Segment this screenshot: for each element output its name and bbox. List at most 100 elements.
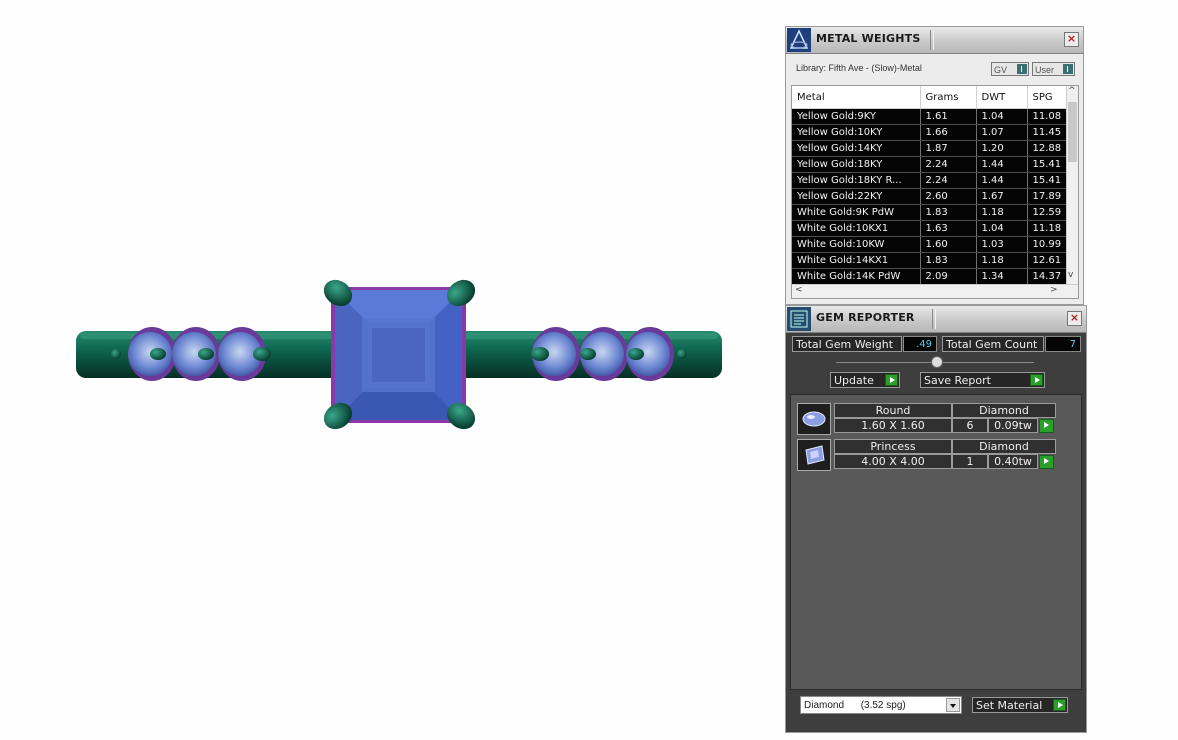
ring-model[interactable]	[0, 0, 780, 740]
table-cell: 1.04	[976, 108, 1028, 125]
gem-row-princess[interactable]: Princess Diamond 4.00 X 4.00 1 0.40tw	[797, 439, 1057, 473]
table-row[interactable]: White Gold:10KW 1.60 1.03 10.99	[792, 236, 1069, 253]
title-divider	[932, 309, 936, 329]
table-cell: 11.18	[1027, 220, 1069, 237]
metal-weights-title: METAL WEIGHTS	[816, 32, 921, 45]
table-cell: 2.09	[920, 268, 977, 285]
table-row[interactable]: White Gold:14K PdW 2.09 1.34 14.37	[792, 268, 1069, 285]
table-cell: White Gold:10KX1	[792, 220, 921, 237]
scroll-left-icon[interactable]: <	[795, 285, 803, 295]
gem-row-round[interactable]: Round Diamond 1.60 X 1.60 6 0.09tw	[797, 403, 1057, 437]
gv-toggle-knob-icon	[1017, 64, 1027, 74]
table-cell: White Gold:9K PdW	[792, 204, 921, 221]
gv-toggle[interactable]: GV	[991, 62, 1029, 76]
dropdown-arrow-icon[interactable]	[946, 698, 960, 712]
table-row[interactable]: Yellow Gold:9KY 1.61 1.04 11.08	[792, 108, 1069, 125]
table-vertical-scrollbar[interactable]: ^ v	[1066, 86, 1078, 284]
metal-weights-table-container: Metal Grams DWT SPG Yellow Gold:9KY 1.61 1.04…	[791, 85, 1079, 299]
table-cell: 11.45	[1027, 124, 1069, 141]
gem-shape: Princess	[834, 439, 952, 454]
table-cell: 11.08	[1027, 108, 1069, 125]
round-gem-thumbnail-icon	[797, 403, 831, 435]
table-row[interactable]: Yellow Gold:22KY 2.60 1.67 17.89	[792, 188, 1069, 205]
table-cell: 14.37	[1027, 268, 1069, 285]
gem-list: Round Diamond 1.60 X 1.60 6 0.09tw Princ…	[790, 394, 1082, 690]
column-header[interactable]: Metal	[792, 86, 921, 109]
gem-reporter-title: GEM REPORTER	[816, 311, 915, 324]
scroll-up-icon[interactable]: ^	[1068, 86, 1076, 96]
table-cell: Yellow Gold:18KY	[792, 156, 921, 173]
table-horizontal-scrollbar[interactable]: < >	[792, 284, 1078, 298]
save-report-button-label: Save Report	[924, 374, 991, 387]
gem-count: 1	[952, 454, 988, 469]
table-cell: 1.20	[976, 140, 1028, 157]
metal-weights-icon	[787, 28, 811, 52]
table-cell: 1.63	[920, 220, 977, 237]
gem-row-go-icon[interactable]	[1039, 419, 1054, 433]
gem-reporter-close-icon[interactable]: ×	[1067, 311, 1082, 326]
table-cell: Yellow Gold:22KY	[792, 188, 921, 205]
table-cell: 1.66	[920, 124, 977, 141]
scrollbar-thumb[interactable]	[1068, 102, 1077, 162]
user-toggle-knob-icon	[1063, 64, 1073, 74]
table-cell: 1.44	[976, 156, 1028, 173]
gem-count: 6	[952, 418, 988, 433]
update-button[interactable]: Update	[830, 372, 900, 388]
table-cell: 1.44	[976, 172, 1028, 189]
table-cell: 17.89	[1027, 188, 1069, 205]
metal-weights-titlebar[interactable]: METAL WEIGHTS ×	[786, 27, 1083, 54]
gem-size: 4.00 X 4.00	[834, 454, 952, 469]
table-row[interactable]: Yellow Gold:10KY 1.66 1.07 11.45	[792, 124, 1069, 141]
gem-reporter-icon	[787, 307, 811, 331]
table-row[interactable]: White Gold:10KX1 1.63 1.04 11.18	[792, 220, 1069, 237]
gem-material: Diamond	[952, 439, 1056, 454]
column-header[interactable]: DWT	[976, 86, 1028, 109]
library-label: Library: Fifth Ave - (Slow)-Metal	[796, 63, 922, 73]
gem-row-go-icon[interactable]	[1039, 455, 1054, 469]
gem-weight: 0.40tw	[988, 454, 1038, 469]
column-header[interactable]: SPG	[1027, 86, 1069, 109]
update-go-icon	[885, 374, 898, 386]
table-cell: 12.88	[1027, 140, 1069, 157]
material-select[interactable]: Diamond (3.52 spg)	[800, 696, 962, 714]
table-cell: 1.83	[920, 252, 977, 269]
table-cell: 1.18	[976, 204, 1028, 221]
table-row[interactable]: Yellow Gold:18KY R... 2.24 1.44 15.41	[792, 172, 1069, 189]
metal-weights-table: Metal Grams DWT SPG Yellow Gold:9KY 1.61 1.04…	[792, 86, 1069, 285]
table-row[interactable]: White Gold:14KX1 1.83 1.18 12.61	[792, 252, 1069, 269]
splitter-handle[interactable]	[931, 356, 943, 368]
table-cell: 12.61	[1027, 252, 1069, 269]
table-cell: 12.59	[1027, 204, 1069, 221]
scroll-right-icon[interactable]: >	[1050, 285, 1058, 295]
table-row[interactable]: Yellow Gold:14KY 1.87 1.20 12.88	[792, 140, 1069, 157]
model-viewport[interactable]	[0, 0, 780, 740]
table-cell: 2.24	[920, 156, 977, 173]
gem-material: Diamond	[952, 403, 1056, 418]
gem-reporter-titlebar[interactable]: GEM REPORTER ×	[786, 306, 1086, 333]
metal-weights-close-icon[interactable]: ×	[1064, 32, 1079, 47]
table-cell: 1.83	[920, 204, 977, 221]
set-material-button-label: Set Material	[976, 699, 1043, 712]
column-header[interactable]: Grams	[920, 86, 977, 109]
scroll-down-icon[interactable]: v	[1068, 270, 1073, 280]
gv-toggle-label: GV	[994, 65, 1008, 75]
save-report-go-icon	[1030, 374, 1043, 386]
table-cell: 1.34	[976, 268, 1028, 285]
table-cell: 1.18	[976, 252, 1028, 269]
table-cell: 15.41	[1027, 172, 1069, 189]
total-gem-weight-value: .49	[903, 336, 937, 352]
table-cell: 1.67	[976, 188, 1028, 205]
save-report-button[interactable]: Save Report	[920, 372, 1045, 388]
update-button-label: Update	[834, 374, 874, 387]
table-cell: 1.61	[920, 108, 977, 125]
table-cell: White Gold:14K PdW	[792, 268, 921, 285]
user-toggle-label: User	[1035, 65, 1055, 75]
table-row[interactable]: White Gold:9K PdW 1.83 1.18 12.59	[792, 204, 1069, 221]
total-gem-weight-label: Total Gem Weight	[792, 336, 902, 352]
table-cell: White Gold:10KW	[792, 236, 921, 253]
user-toggle[interactable]: User	[1032, 62, 1075, 76]
table-cell: Yellow Gold:14KY	[792, 140, 921, 157]
set-material-button[interactable]: Set Material	[972, 697, 1068, 713]
material-select-value: Diamond (3.52 spg)	[804, 700, 906, 711]
table-row[interactable]: Yellow Gold:18KY 2.24 1.44 15.41	[792, 156, 1069, 173]
